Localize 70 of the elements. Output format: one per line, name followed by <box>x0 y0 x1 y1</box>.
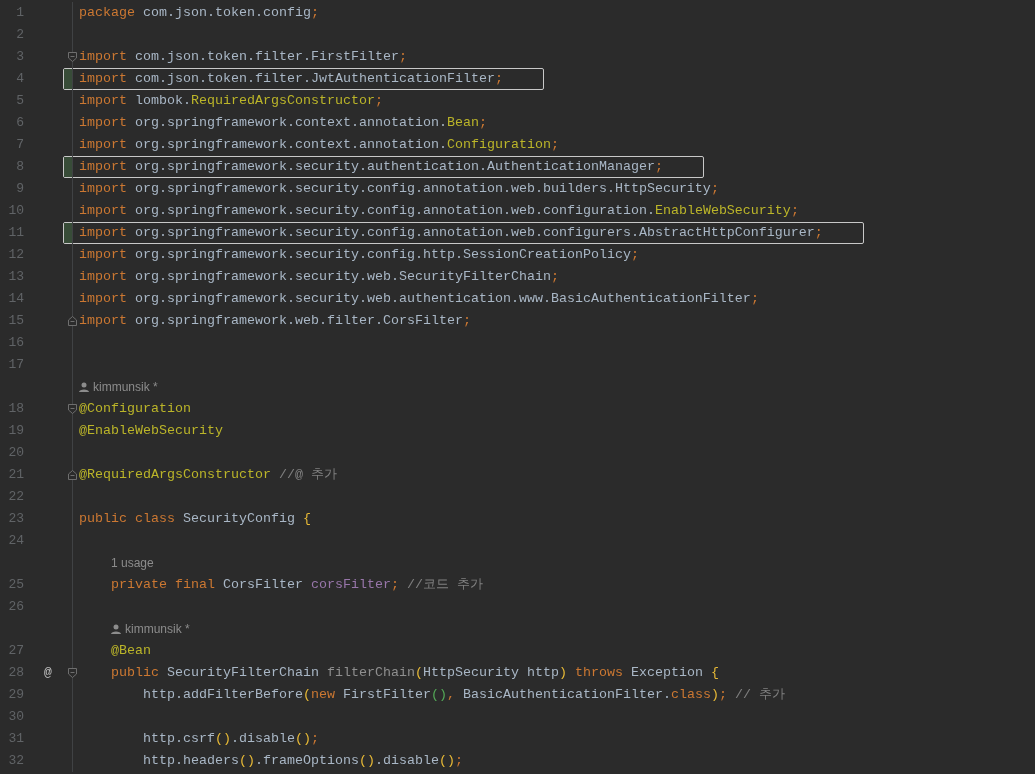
code-line: public class SecurityConfig { <box>78 510 311 528</box>
code-line: import org.springframework.security.config.annotation.web.builders.HttpSecurity; <box>78 180 719 198</box>
code-line: package com.json.token.config; <box>78 4 319 22</box>
line-number: 24 <box>7 532 24 551</box>
line-number: 28 <box>7 664 24 683</box>
line-number: 32 <box>7 752 24 771</box>
code-line: public SecurityFilterChain filterChain(HttpSecurity http) throws Exception { <box>110 664 719 682</box>
line-number: 7 <box>15 136 24 155</box>
line-number: 6 <box>15 114 24 133</box>
code-line: @EnableWebSecurity <box>78 422 223 440</box>
line-number: 23 <box>7 510 24 529</box>
line-number: 21 <box>7 466 24 485</box>
code-line: @Configuration <box>78 400 191 418</box>
line-number: 16 <box>7 334 24 353</box>
line-number: 2 <box>15 26 24 45</box>
fold-icon[interactable] <box>68 404 77 414</box>
line-number: 20 <box>7 444 24 463</box>
code-line: import lombok.RequiredArgsConstructor; <box>78 92 383 110</box>
fold-icon[interactable] <box>68 52 77 62</box>
line-number: 18 <box>7 400 24 419</box>
line-number: 3 <box>15 48 24 67</box>
line-number: 15 <box>7 312 24 331</box>
code-line: @Bean <box>110 642 151 660</box>
override-marker: @ <box>44 664 52 683</box>
code-line: @RequiredArgsConstructor //@ 추가 <box>78 466 337 484</box>
line-number: 19 <box>7 422 24 441</box>
code-line: private final CorsFilter corsFilter; //코드 추가 <box>110 576 483 594</box>
author-hint: kimmunsik * <box>93 379 158 396</box>
code-line: import org.springframework.security.config.http.SessionCreationPolicy; <box>78 246 639 264</box>
code-line: import org.springframework.security.config.annotation.web.configurers.AbstractHttpConfigurer; <box>78 224 823 242</box>
change-bar <box>64 157 72 177</box>
line-number: 4 <box>15 70 24 89</box>
line-number: 29 <box>7 686 24 705</box>
author-hint: kimmunsik * <box>125 621 190 638</box>
fold-end-icon[interactable] <box>68 316 77 326</box>
line-number: 25 <box>7 576 24 595</box>
line-number: 27 <box>7 642 24 661</box>
line-number: 22 <box>7 488 24 507</box>
line-number: 10 <box>7 202 24 221</box>
line-number: 1 <box>15 4 24 23</box>
line-number: 9 <box>15 180 24 199</box>
code-line: http.csrf().disable(); <box>142 730 319 748</box>
code-line: import org.springframework.security.web.authentication.www.BasicAuthenticationFilter; <box>78 290 759 308</box>
usage-hint: 1 usage <box>111 555 154 572</box>
fold-icon[interactable] <box>68 668 77 678</box>
code-line: import org.springframework.web.filter.CorsFilter; <box>78 312 471 330</box>
line-number: 26 <box>7 598 24 617</box>
person-icon <box>111 624 121 634</box>
fold-end-icon[interactable] <box>68 470 77 480</box>
line-number: 14 <box>7 290 24 309</box>
code-line: import com.json.token.filter.JwtAuthenticationFilter; <box>78 70 503 88</box>
line-number: 30 <box>7 708 24 727</box>
line-number: 5 <box>15 92 24 111</box>
change-bar <box>64 69 72 89</box>
line-number: 13 <box>7 268 24 287</box>
change-bar <box>64 223 72 243</box>
line-number: 11 <box>7 224 24 243</box>
code-line: import org.springframework.context.annotation.Configuration; <box>78 136 559 154</box>
code-line: import org.springframework.security.authentication.AuthenticationManager; <box>78 158 663 176</box>
person-icon <box>79 382 89 392</box>
code-line: import org.springframework.security.web.SecurityFilterChain; <box>78 268 559 286</box>
code-line: http.headers().frameOptions().disable(); <box>142 752 463 770</box>
line-number: 31 <box>7 730 24 749</box>
code-line: import org.springframework.context.annotation.Bean; <box>78 114 487 132</box>
line-number: 17 <box>7 356 24 375</box>
line-number: 12 <box>7 246 24 265</box>
code-line: http.addFilterBefore(new FirstFilter(), BasicAuthenticationFilter.class); // 추가 <box>142 686 785 704</box>
code-line: import org.springframework.security.config.annotation.web.configuration.EnableWebSecurity; <box>78 202 799 220</box>
line-number: 8 <box>15 158 24 177</box>
code-line: import com.json.token.filter.FirstFilter; <box>78 48 407 66</box>
